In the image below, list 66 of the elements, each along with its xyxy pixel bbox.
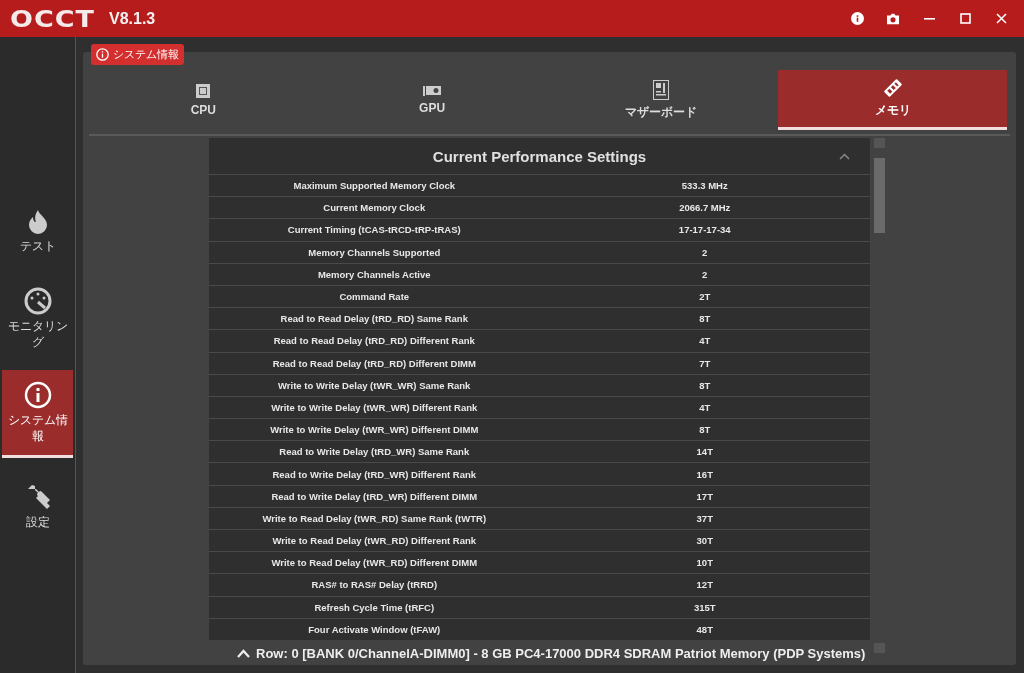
setting-name: RAS# to RAS# Delay (tRRD) xyxy=(310,579,439,591)
setting-name: Read to Write Delay (tRD_WR) Different Rank xyxy=(271,468,478,480)
setting-value: 8T xyxy=(698,313,712,325)
app-version: V8.1.3 xyxy=(109,9,156,28)
chip-icon xyxy=(195,83,212,99)
setting-name: Read to Write Delay (tRD_WR) Same Rank xyxy=(278,446,471,458)
section-header[interactable]: Current Performance Settings xyxy=(209,138,870,174)
setting-name: Write to Read Delay (tWR_RD) Same Rank (tWTR) xyxy=(261,512,488,524)
section-header[interactable]: Row: 0 [BANK 0/ChannelA-DIMM0] - 8 GB PC4-17000 DDR4 SDRAM Patriot Memory (PDP Systems) xyxy=(209,639,870,661)
info-icon xyxy=(96,48,109,61)
scrollbar[interactable] xyxy=(874,138,885,653)
setting-value: 8T xyxy=(698,424,712,436)
setting-value: 37T xyxy=(695,512,714,524)
setting-value: 533.3 MHz xyxy=(680,180,729,192)
setting-name: Current Timing (tCAS-tRCD-tRP-tRAS) xyxy=(286,224,462,236)
sidebar-item[interactable]: 設定 xyxy=(2,472,73,543)
setting-name: Refresh Cycle Time (tRFC) xyxy=(313,601,436,613)
setting-name: Maximum Supported Memory Clock xyxy=(292,180,456,192)
setting-name: Read to Read Delay (tRD_RD) Same Rank xyxy=(279,313,469,325)
setting-name: Command Rate xyxy=(338,291,411,303)
sidebar-item[interactable]: モニタリング xyxy=(2,281,73,357)
sidebar-item[interactable]: テスト xyxy=(2,197,73,267)
setting-value: 8T xyxy=(698,379,712,391)
gauge-icon xyxy=(23,287,52,315)
setting-name: Read to Read Delay (tRD_RD) Different Rank xyxy=(272,335,476,347)
setting-name: Write to Write Delay (tWR_WR) Same Rank xyxy=(277,379,472,391)
setting-name: Write to Write Delay (tWR_WR) Different Rank xyxy=(270,401,479,413)
setting-value: 4T xyxy=(698,335,712,347)
setting-value: 2 xyxy=(701,268,709,280)
setting-value: 7T xyxy=(698,357,712,369)
setting-name: Read to Write Delay (tRD_WR) Different DIMM xyxy=(270,490,479,502)
setting-name: Current Memory Clock xyxy=(322,202,427,214)
tab[interactable]: メモリ xyxy=(778,70,1007,130)
setting-value: 315T xyxy=(692,601,717,613)
tab[interactable]: CPU xyxy=(89,70,318,130)
setting-value: 17T xyxy=(695,490,714,502)
motherboard-icon xyxy=(652,79,669,100)
setting-value: 2 xyxy=(701,246,709,258)
setting-value: 2066.7 MHz xyxy=(678,202,732,214)
collapse-chevron-icon[interactable] xyxy=(839,152,850,160)
tab[interactable]: マザーボード xyxy=(546,70,776,130)
setting-value: 12T xyxy=(695,579,714,591)
tab[interactable]: GPU xyxy=(317,70,547,130)
flame-icon xyxy=(26,209,49,236)
section-title: Row: 0 [BANK 0/ChannelA-DIMM0] - 8 GB PC4-17000 DDR4 SDRAM Patriot Memory (PDP Systems) xyxy=(256,645,866,661)
setting-value: 48T xyxy=(695,623,714,635)
setting-name: Write to Read Delay (tWR_RD) Different DIMM xyxy=(270,557,479,569)
app-logo: OCCT xyxy=(10,5,95,32)
setting-name: Memory Channels Active xyxy=(316,268,432,280)
setting-value: 16T xyxy=(695,468,714,480)
setting-value: 2T xyxy=(698,291,712,303)
section-title: Current Performance Settings xyxy=(432,147,647,165)
setting-name: Memory Channels Supported xyxy=(307,246,442,258)
badge-label: システム情報 xyxy=(113,47,179,62)
setting-name: Read to Read Delay (tRD_RD) Different DIMM xyxy=(271,357,477,369)
setting-name: Write to Write Delay (tWR_WR) Different DIMM xyxy=(269,424,480,436)
setting-name: Four Activate Window (tFAW) xyxy=(307,623,442,635)
setting-value: 4T xyxy=(698,401,712,413)
info-icon xyxy=(23,381,52,410)
setting-name: Write to Read Delay (tWR_RD) Different Rank xyxy=(271,535,478,547)
setting-value: 10T xyxy=(695,557,714,569)
sidebar-item[interactable]: システム情報 xyxy=(2,370,73,459)
graphics-card-icon xyxy=(423,85,442,97)
setting-value: 17-17-17-34 xyxy=(677,224,732,236)
setting-value: 14T xyxy=(695,446,714,458)
setting-value: 30T xyxy=(695,535,714,547)
